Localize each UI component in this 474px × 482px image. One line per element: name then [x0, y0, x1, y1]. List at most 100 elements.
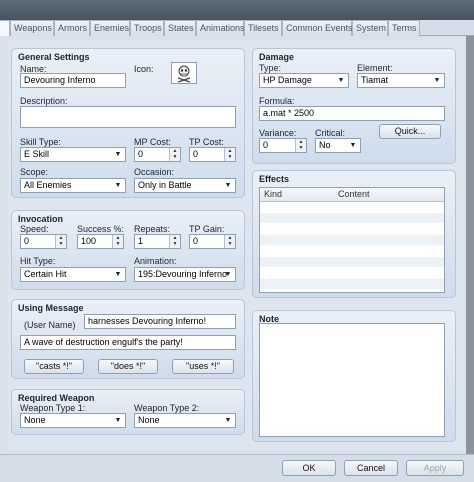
spin-down-icon[interactable]: ▼: [170, 241, 180, 247]
spin-down-icon[interactable]: ▼: [225, 241, 235, 247]
table-row[interactable]: [260, 213, 444, 224]
note-group: Note: [252, 310, 456, 442]
animation-select[interactable]: 195:Devouring Inferno ▼: [134, 267, 236, 282]
spin-down-icon[interactable]: ▼: [225, 154, 235, 160]
scope-label: Scope:: [20, 167, 49, 177]
message-line1-field[interactable]: harnesses Devouring Inferno!: [84, 314, 236, 329]
table-row[interactable]: [260, 279, 444, 290]
formula-field[interactable]: a.mat * 2500: [259, 106, 445, 121]
tab-system[interactable]: System: [352, 20, 388, 36]
occasion-select[interactable]: Only in Battle ▼: [134, 178, 236, 193]
casts-button[interactable]: "casts *!": [24, 359, 84, 374]
success-spinner[interactable]: 100 ▲ ▼: [77, 234, 124, 249]
table-row[interactable]: [260, 268, 444, 279]
critical-select[interactable]: No ▼: [315, 138, 361, 153]
mp-cost-spinner[interactable]: 0 ▲ ▼: [134, 147, 181, 162]
tab-skills[interactable]: [0, 20, 10, 36]
tp-cost-spinner[interactable]: 0 ▲ ▼: [189, 147, 236, 162]
variance-spinner[interactable]: 0 ▲ ▼: [259, 138, 307, 153]
spin-down-icon[interactable]: ▼: [296, 145, 306, 151]
table-row[interactable]: [260, 202, 444, 213]
title-strip: [0, 0, 474, 20]
weapon-type2-select[interactable]: None ▼: [134, 413, 236, 428]
apply-button[interactable]: Apply: [406, 460, 464, 476]
tp-gain-value: 0: [193, 236, 199, 246]
animation-label: Animation:: [134, 256, 177, 266]
spin-down-icon[interactable]: ▼: [170, 154, 180, 160]
user-name-label: (User Name): [24, 320, 76, 330]
chevron-down-icon: ▼: [114, 182, 122, 189]
cancel-button[interactable]: Cancel: [344, 460, 398, 476]
tab-enemies[interactable]: Enemies: [90, 20, 130, 36]
spin-down-icon[interactable]: ▼: [113, 241, 123, 247]
description-label: Description:: [20, 96, 68, 106]
speed-value: 0: [24, 236, 30, 246]
tab-states[interactable]: States: [164, 20, 196, 36]
skill-icon-picker[interactable]: [171, 62, 197, 84]
hit-type-select[interactable]: Certain Hit ▼: [20, 267, 126, 282]
animation-value: 195:Devouring Inferno: [138, 269, 228, 279]
tp-gain-label: TP Gain:: [189, 224, 225, 234]
skull-icon: [177, 65, 191, 83]
chevron-down-icon: ▼: [349, 142, 357, 149]
tab-tilesets[interactable]: Tilesets: [244, 20, 282, 36]
tab-armors[interactable]: Armors: [54, 20, 90, 36]
weapon-type1-select[interactable]: None ▼: [20, 413, 126, 428]
element-select[interactable]: Tiamat ▼: [357, 73, 445, 88]
occasion-label: Occasion:: [134, 167, 175, 177]
description-field[interactable]: [20, 106, 236, 128]
tab-animations[interactable]: Animations: [196, 20, 245, 36]
col-content[interactable]: Content: [338, 189, 370, 199]
does-button[interactable]: "does *!": [98, 359, 158, 374]
using-message-title: Using Message: [18, 303, 84, 313]
effects-title: Effects: [259, 174, 290, 184]
message-line2-field[interactable]: A wave of destruction engulf's the party…: [20, 335, 236, 350]
spin-down-icon[interactable]: ▼: [56, 241, 66, 247]
name-field[interactable]: Devouring Inferno: [20, 73, 126, 88]
chevron-down-icon: ▼: [224, 271, 232, 278]
tp-cost-value: 0: [193, 149, 199, 159]
weapon-type2-value: None: [138, 415, 160, 425]
table-row[interactable]: [260, 257, 444, 268]
uses-button[interactable]: "uses *!": [172, 359, 234, 374]
damage-type-value: HP Damage: [263, 75, 312, 85]
damage-type-label: Type:: [259, 63, 282, 73]
weapon-type1-label: Weapon Type 1:: [20, 403, 86, 413]
repeats-spinner[interactable]: 1 ▲ ▼: [134, 234, 181, 249]
quick-button[interactable]: Quick...: [379, 124, 441, 139]
skill-type-select[interactable]: E Skill ▼: [20, 147, 126, 162]
chevron-down-icon: ▼: [114, 271, 122, 278]
effects-table[interactable]: Kind Content: [259, 187, 445, 293]
speed-label: Speed:: [20, 224, 49, 234]
speed-spinner[interactable]: 0 ▲ ▼: [20, 234, 67, 249]
icon-label: Icon:: [134, 64, 154, 74]
element-value: Tiamat: [361, 75, 389, 85]
hit-type-label: Hit Type:: [20, 256, 56, 266]
table-row[interactable]: [260, 235, 444, 246]
skill-type-value: E Skill: [24, 149, 50, 159]
weapon-type2-label: Weapon Type 2:: [134, 403, 200, 413]
tab-terms[interactable]: Terms: [388, 20, 420, 36]
col-kind[interactable]: Kind: [264, 189, 282, 199]
mp-cost-value: 0: [138, 149, 144, 159]
scope-select[interactable]: All Enemies ▼: [20, 178, 126, 193]
note-textarea[interactable]: [259, 323, 445, 437]
table-row[interactable]: [260, 246, 444, 257]
scope-value: All Enemies: [24, 180, 72, 190]
table-row[interactable]: [260, 224, 444, 235]
tab-common-events[interactable]: Common Events: [282, 20, 353, 36]
repeats-label: Repeats:: [134, 224, 171, 234]
tab-troops[interactable]: Troops: [130, 20, 164, 36]
general-settings-group: General Settings Name: Devouring Inferno…: [11, 48, 245, 198]
tp-gain-spinner[interactable]: 0 ▲ ▼: [189, 234, 236, 249]
ok-button[interactable]: OK: [282, 460, 336, 476]
damage-type-select[interactable]: HP Damage ▼: [259, 73, 349, 88]
tab-bar: Weapons Armors Enemies Troops States Ani…: [0, 20, 474, 36]
formula-label: Formula:: [259, 96, 295, 106]
invocation-title: Invocation: [18, 214, 64, 224]
tab-weapons[interactable]: Weapons: [10, 20, 54, 36]
weapon-type1-value: None: [24, 415, 46, 425]
critical-value: No: [319, 140, 331, 150]
invocation-group: Invocation Speed: 0 ▲ ▼ Success %: 100 ▲ ▼…: [11, 210, 245, 290]
damage-title: Damage: [259, 52, 295, 62]
